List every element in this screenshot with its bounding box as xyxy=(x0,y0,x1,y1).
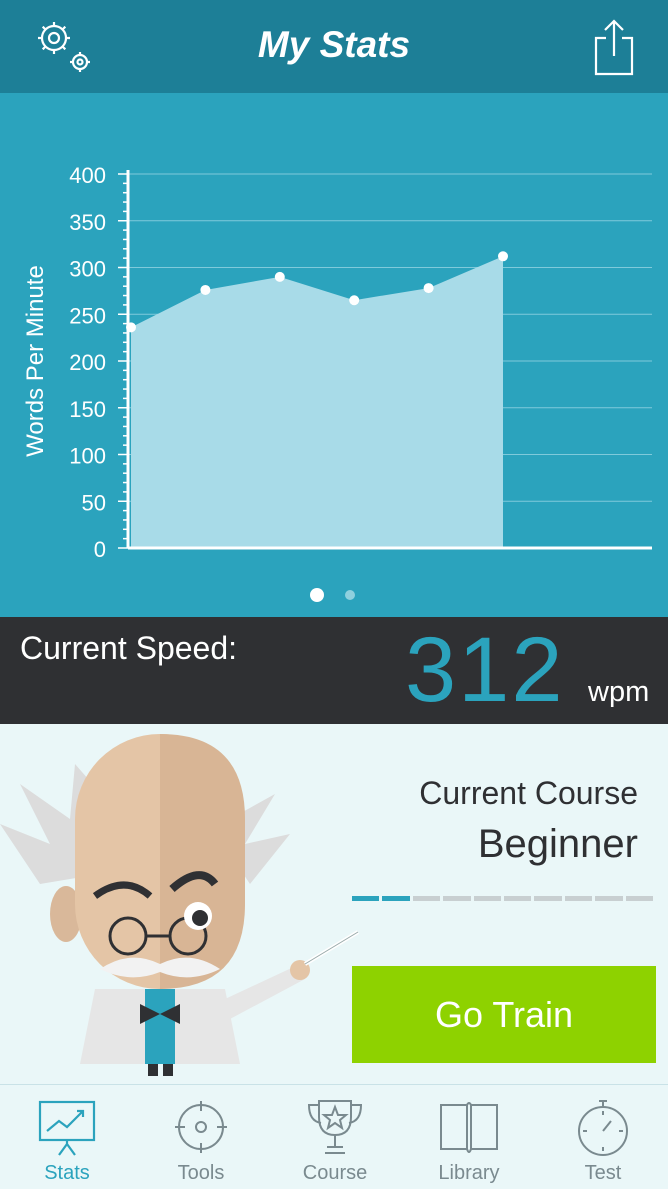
current-speed-label: Current Speed: xyxy=(20,630,238,666)
tab-course-label: Course xyxy=(302,1162,368,1184)
tab-course[interactable]: Course xyxy=(268,1085,402,1189)
share-icon xyxy=(594,19,634,76)
progress-segment xyxy=(595,896,623,901)
y-axis-label: Words Per Minute xyxy=(22,265,49,457)
progress-segment xyxy=(625,896,653,901)
progress-segment xyxy=(352,896,380,901)
y-tick-label: 0 xyxy=(94,537,106,562)
course-progress-bar xyxy=(352,896,656,901)
y-tick-label: 250 xyxy=(69,303,106,328)
progress-segment xyxy=(412,896,441,901)
tab-tools-label: Tools xyxy=(177,1162,225,1184)
current-course-name: Beginner xyxy=(477,822,638,866)
page-dot-1[interactable] xyxy=(310,588,324,602)
y-tick-label: 350 xyxy=(69,210,106,235)
header-bar: My Stats xyxy=(0,0,668,93)
progress-segment xyxy=(382,896,410,901)
data-point xyxy=(498,251,508,262)
crosshair-icon xyxy=(175,1101,227,1153)
current-course-label: Current Course xyxy=(419,775,638,811)
tab-stats[interactable]: Stats xyxy=(0,1085,134,1189)
tab-test-label: Test xyxy=(584,1162,622,1184)
share-button[interactable] xyxy=(592,18,638,76)
progress-segment xyxy=(443,896,471,901)
y-tick-label: 300 xyxy=(69,257,106,282)
data-point xyxy=(126,322,136,333)
data-point xyxy=(349,295,360,306)
tab-library[interactable]: Library xyxy=(402,1085,536,1189)
current-speed-value: 312 xyxy=(405,619,565,721)
y-tick-label: 150 xyxy=(69,397,106,422)
progress-segment xyxy=(564,896,593,901)
book-icon xyxy=(440,1102,498,1153)
current-speed-unit: wpm xyxy=(588,676,650,708)
professor-illustration xyxy=(0,734,360,1076)
wpm-chart: 0 50 100 150 200 250 300 350 400 Words Per Minute xyxy=(22,163,652,562)
page-dot-2[interactable] xyxy=(345,590,355,600)
data-point xyxy=(423,283,434,294)
y-tick-label: 400 xyxy=(69,163,106,188)
area-series xyxy=(131,256,503,548)
y-tick-label: 200 xyxy=(69,350,106,375)
chart-board-icon xyxy=(38,1100,96,1156)
tab-test[interactable]: Test xyxy=(536,1085,668,1189)
tab-library-label: Library xyxy=(438,1162,500,1184)
progress-segment xyxy=(473,896,501,901)
data-point xyxy=(200,284,211,295)
tab-bar: Stats Tools Course Library Test xyxy=(0,1084,668,1189)
trophy-icon xyxy=(307,1100,363,1154)
go-train-button[interactable]: Go Train xyxy=(352,966,656,1063)
data-point xyxy=(274,271,285,282)
chart-panel: 0 50 100 150 200 250 300 350 400 Words Per Minute xyxy=(0,93,668,617)
tab-tools[interactable]: Tools xyxy=(134,1085,268,1189)
page-title: My Stats xyxy=(257,24,411,65)
page-indicator xyxy=(0,587,668,603)
stopwatch-icon xyxy=(578,1100,628,1156)
progress-segment xyxy=(504,896,532,901)
tab-stats-label: Stats xyxy=(44,1162,90,1184)
y-tick-label: 50 xyxy=(82,490,106,515)
progress-segment xyxy=(534,896,562,901)
y-tick-label: 100 xyxy=(69,444,106,469)
